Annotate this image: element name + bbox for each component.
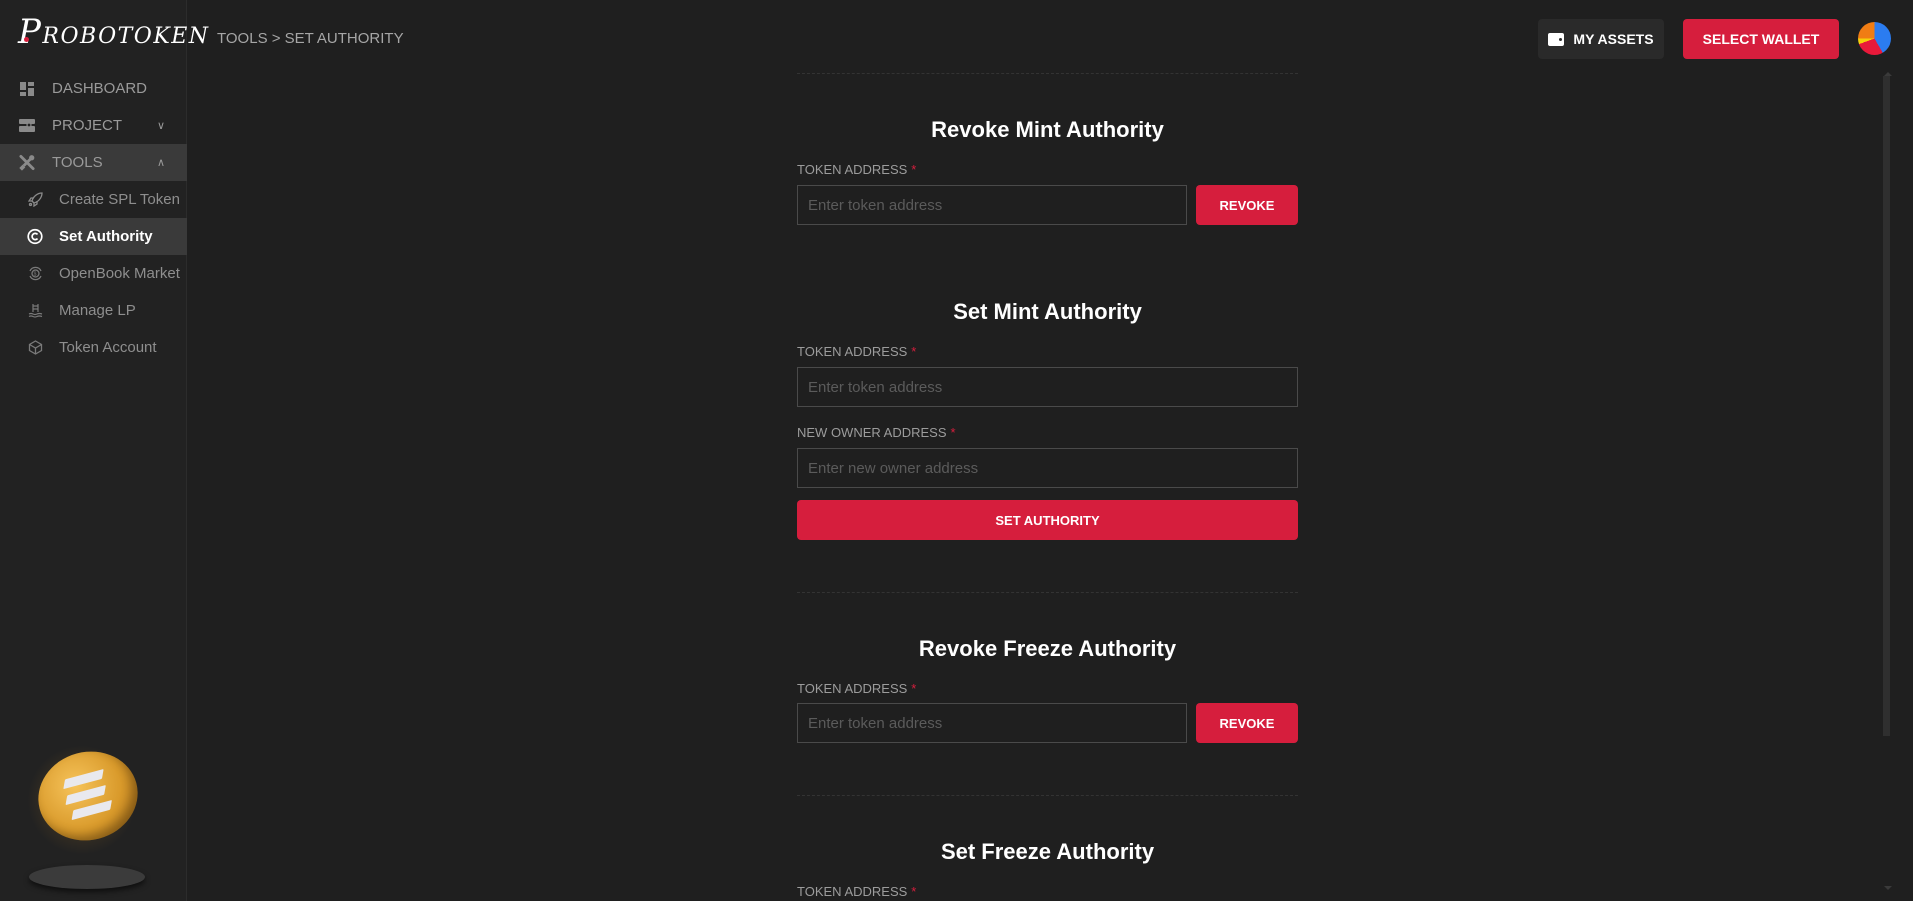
scroll-down-arrow-icon[interactable] [1884,886,1892,890]
set-freeze-token-label: TOKEN ADDRESS * [797,884,917,899]
sidebar-subitem-create-spl-token[interactable]: Create SPL Token [0,181,187,218]
sidebar-subitem-label: Set Authority [59,228,153,245]
revoke-mint-token-input[interactable] [797,185,1187,225]
revoke-mint-title: Revoke Mint Authority [931,117,1164,142]
avatar[interactable] [1858,22,1891,55]
sidebar-item-label: PROJECT [52,117,123,134]
market-icon: $ [27,266,43,282]
revoke-freeze-token-label: TOKEN ADDRESS * [797,681,917,696]
sidebar-subitem-set-authority[interactable]: Set Authority [0,218,187,255]
sidebar-subitem-label: OpenBook Market [59,265,180,282]
revoke-freeze-button[interactable]: REVOKE [1196,703,1298,743]
my-assets-button[interactable]: MY ASSETS [1538,19,1664,59]
set-freeze-title: Set Freeze Authority [940,839,1155,864]
sidebar-item-dashboard[interactable]: DASHBOARD [0,70,187,107]
rocket-icon [27,192,43,208]
sidebar-subitem-openbook-market[interactable]: $ OpenBook Market [0,255,187,292]
required-marker: * [911,162,917,177]
revoke-mint-button[interactable]: REVOKE [1196,185,1298,225]
required-marker: * [911,344,917,359]
set-mint-token-input[interactable] [797,367,1298,407]
tools-icon [19,154,35,171]
set-mint-authority-button[interactable]: SET AUTHORITY [797,500,1298,540]
section-divider [797,795,1298,796]
sidebar-subitem-token-account[interactable]: Token Account [0,329,187,366]
revoke-freeze-title: Revoke Freeze Authority [918,636,1177,661]
section-divider [797,73,1298,74]
sidebar-subitem-label: Manage LP [59,302,136,319]
select-wallet-button[interactable]: SELECT WALLET [1683,19,1839,59]
svg-text:$: $ [33,272,36,278]
sidebar-subitem-label: Token Account [59,339,157,356]
set-mint-owner-input[interactable] [797,448,1298,488]
chevron-down-icon: ∨ [156,120,165,132]
wallet-icon [1548,32,1565,46]
sidebar-item-label: DASHBOARD [52,80,148,97]
breadcrumb: TOOLS > SET AUTHORITY [217,30,404,47]
cube-icon [27,340,43,356]
logo[interactable]: PROBOTOKEN [18,12,210,52]
sidebar-item-tools[interactable]: TOOLS ∧ [0,144,187,181]
pool-icon [27,303,43,319]
sidebar-item-label: TOOLS [52,154,103,171]
my-assets-label: MY ASSETS [1573,31,1654,47]
sidebar-item-project[interactable]: PROJECT ∨ [0,107,187,144]
dashboard-icon [19,81,35,97]
revoke-freeze-token-input[interactable] [797,703,1187,743]
scrollbar-thumb[interactable] [1883,76,1890,736]
required-marker: * [911,681,917,696]
chevron-up-icon: ∧ [156,157,165,169]
required-marker: * [911,884,917,899]
sidebar-subitem-manage-lp[interactable]: Manage LP [0,292,187,329]
logo-initial: P [18,12,43,52]
set-mint-owner-label: NEW OWNER ADDRESS * [797,425,956,440]
logo-text: ROBOTOKEN [42,24,210,49]
sidebar-subitem-label: Create SPL Token [59,191,180,208]
section-divider [797,592,1298,593]
coin-pedestal [29,865,145,889]
required-marker: * [950,425,956,440]
set-mint-token-label: TOKEN ADDRESS * [797,344,917,359]
logo-dot [24,37,29,42]
copyright-icon [27,228,43,245]
project-icon [19,118,35,134]
revoke-mint-token-label: TOKEN ADDRESS * [797,162,917,177]
set-mint-title: Set Mint Authority [953,299,1142,324]
solana-coin-illustration [22,740,152,890]
sidebar: PROBOTOKEN DASHBOARD PROJECT ∨ TOOLS ∧ C… [0,0,208,901]
